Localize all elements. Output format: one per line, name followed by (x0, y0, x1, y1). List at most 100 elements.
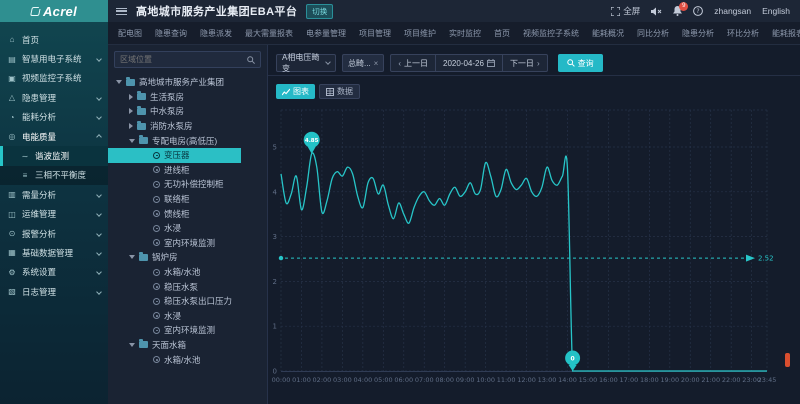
query-button[interactable]: 查询 (558, 54, 603, 72)
caret-open-icon[interactable] (129, 343, 135, 347)
tab-7[interactable]: 实时监控 (443, 25, 487, 42)
speaker-muted-icon (651, 7, 662, 16)
tree-node-label: 消防水泵房 (150, 120, 193, 132)
phase-balance-icon: ≡ (20, 171, 30, 180)
tab-8[interactable]: 首页 (488, 25, 516, 42)
sidebar-item-label: 智慧用电子系统 (22, 53, 82, 65)
sidebar-item-8[interactable]: ⊙报警分析 (0, 224, 108, 243)
energy-analysis-icon: ◔ (7, 113, 17, 122)
tab-label: 隐患分析 (682, 28, 714, 39)
tree-node-19[interactable]: 水箱/水池 (108, 352, 241, 367)
tree-node-18[interactable]: 天面水箱 (108, 338, 241, 353)
tab-label: 电参量管理 (306, 28, 346, 39)
username[interactable]: zhangsan (714, 6, 751, 16)
sidebar-item-0[interactable]: ⌂首页 (0, 30, 108, 49)
tree-node-1[interactable]: 生活泵房 (108, 90, 241, 105)
caret-open-icon[interactable] (116, 80, 122, 84)
sidebar-item-4[interactable]: ◔能耗分析 (0, 108, 108, 127)
tree-node-8[interactable]: 联络柜 (108, 192, 241, 207)
tab-6[interactable]: 项目维护 (398, 25, 442, 42)
sidebar-item-1[interactable]: ▤智慧用电子系统 (0, 49, 108, 68)
tree-node-0[interactable]: 高地城市服务产业集团 (108, 75, 241, 90)
metric-select[interactable]: A相电压畸变 (276, 54, 336, 72)
tree-node-4[interactable]: 专配电房(高低压) (108, 133, 241, 148)
tree-search-input[interactable] (120, 55, 243, 64)
tab-4[interactable]: 电参量管理 (300, 25, 352, 42)
chevron-down-icon (96, 211, 102, 217)
device-icon (153, 181, 160, 188)
caret-open-icon[interactable] (129, 255, 135, 259)
tab-11[interactable]: 同比分析 (631, 25, 675, 42)
data-view-button[interactable]: 数据 (319, 84, 360, 99)
base-data-icon: ▦ (7, 248, 17, 257)
header-actions: 全屏 9 ? zhangsan English (611, 5, 790, 17)
sidebar-item-7[interactable]: ◫运维管理 (0, 205, 108, 224)
tab-3[interactable]: 最大需量报表 (239, 25, 299, 42)
chevron-down-icon (96, 192, 102, 198)
tag-close-icon[interactable]: × (374, 59, 379, 68)
caret-open-icon[interactable] (129, 139, 135, 143)
svg-text:5: 5 (273, 144, 277, 152)
svg-text:08:00: 08:00 (435, 376, 454, 384)
caret-closed-icon[interactable] (129, 108, 133, 114)
switch-button[interactable]: 切换 (306, 4, 333, 19)
sidebar-item-6[interactable]: ▥需量分析 (0, 185, 108, 204)
caret-closed-icon[interactable] (129, 123, 133, 129)
tree-node-12[interactable]: 锅炉房 (108, 250, 241, 265)
help-button[interactable]: ? (693, 6, 703, 16)
hamburger-menu-icon[interactable] (116, 8, 127, 15)
prev-day-button[interactable]: ‹ 上一日 (391, 55, 435, 71)
tree-node-7[interactable]: 无功补偿控制柜 (108, 177, 241, 192)
sidebar-item-10[interactable]: ⚙系统设置 (0, 263, 108, 282)
tab-10[interactable]: 能耗概况 (586, 25, 630, 42)
svg-text:05:00: 05:00 (374, 376, 393, 384)
language-switch[interactable]: English (762, 6, 790, 16)
date-picker[interactable]: 2020-04-26 (435, 55, 503, 71)
tab-5[interactable]: 项目管理 (353, 25, 397, 42)
tree-node-label: 水浸 (164, 222, 181, 234)
tree-node-17[interactable]: 室内环境监测 (108, 323, 241, 338)
caret-closed-icon[interactable] (129, 94, 133, 100)
tab-14[interactable]: 能耗报表 (766, 25, 800, 42)
brand-logo-text: Acrel (43, 4, 77, 19)
tree-node-9[interactable]: 馈线柜 (108, 206, 241, 221)
tab-0[interactable]: 配电图 (112, 25, 148, 42)
next-day-button[interactable]: 下一日 › (503, 55, 547, 71)
sidebar-item-9[interactable]: ▦基础数据管理 (0, 243, 108, 262)
sidebar-item-2[interactable]: ▣视频监控子系统 (0, 69, 108, 88)
tree-node-label: 室内环境监测 (164, 324, 215, 336)
tab-2[interactable]: 隐患派发 (194, 25, 238, 42)
sidebar-item-11[interactable]: ▧日志管理 (0, 282, 108, 301)
mute-button[interactable] (651, 7, 662, 16)
sidebar-subitem-5-1[interactable]: ≡三相不平衡度 (0, 166, 108, 185)
tree-node-11[interactable]: 室内环境监测 (108, 236, 241, 251)
log-icon: ▧ (7, 287, 17, 296)
tree-node-label: 水箱/水池 (164, 266, 200, 278)
tab-1[interactable]: 隐患查询 (149, 25, 193, 42)
tree-node-15[interactable]: 稳压水泵出口压力 (108, 294, 241, 309)
line-chart[interactable]: 01234500:0001:0002:0003:0004:0005:0006:0… (268, 100, 800, 400)
tree-node-14[interactable]: 稳压水泵 (108, 279, 241, 294)
sidebar-item-5[interactable]: ◎电能质量 (0, 127, 108, 146)
svg-text:1: 1 (273, 323, 277, 331)
tree-node-6[interactable]: 进线柜 (108, 163, 241, 178)
fullscreen-button[interactable]: 全屏 (611, 5, 640, 17)
tab-12[interactable]: 隐患分析 (676, 25, 720, 42)
app-root: Acrel ⌂首页▤智慧用电子系统▣视频监控子系统△隐患管理◔能耗分析◎电能质量… (0, 0, 800, 404)
sidebar-subitem-5-0[interactable]: ∼谐波监测 (0, 146, 108, 165)
search-icon[interactable] (247, 56, 255, 64)
notifications-button[interactable]: 9 (673, 6, 682, 16)
tree-node-10[interactable]: 水浸 (108, 221, 241, 236)
tree-node-13[interactable]: 水箱/水池 (108, 265, 241, 280)
tree-node-3[interactable]: 消防水泵房 (108, 119, 241, 134)
tab-13[interactable]: 环比分析 (721, 25, 765, 42)
sidebar-item-3[interactable]: △隐患管理 (0, 88, 108, 107)
tree-node-5[interactable]: 变压器 (108, 148, 241, 163)
chart-svg: 01234500:0001:0002:0003:0004:0005:0006:0… (268, 100, 800, 400)
tree-search-box (114, 51, 261, 68)
tree-node-2[interactable]: 中水泵房 (108, 104, 241, 119)
scrollbar-thumb[interactable] (785, 353, 790, 367)
chart-view-button[interactable]: 图表 (276, 84, 315, 99)
tree-node-16[interactable]: 水浸 (108, 309, 241, 324)
tab-9[interactable]: 视频监控子系统 (517, 25, 585, 42)
